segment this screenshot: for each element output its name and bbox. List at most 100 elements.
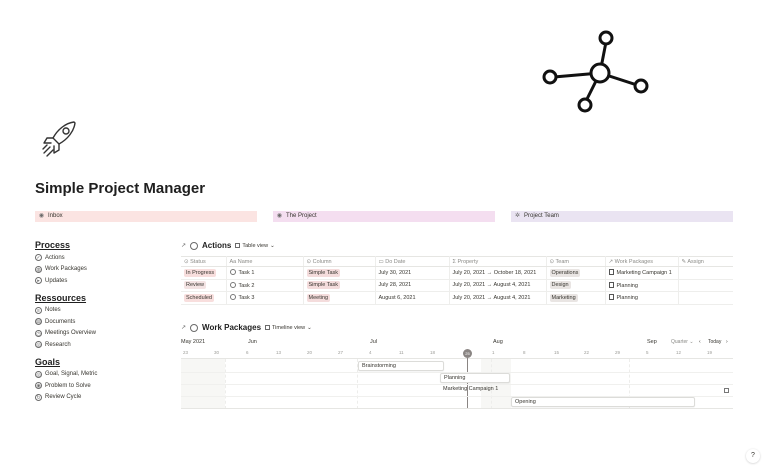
table-row[interactable]: Review Task 2 Simple Task July 28, 2021 … xyxy=(181,279,733,292)
day-label: 4 xyxy=(369,350,372,355)
sidebar-item-notes[interactable]: ≡ Notes xyxy=(35,305,170,317)
column-header-work-packages[interactable]: ↗ Work Packages xyxy=(605,256,679,267)
sidebar-item-documents[interactable]: ▤ Documents xyxy=(35,316,170,328)
sidebar-item-meetings-overview[interactable]: ◷ Meetings Overview xyxy=(35,328,170,340)
link-bar: ◉ Inbox ◉ The Project ✲ Project Team xyxy=(35,211,733,222)
timeline-months: May 2021 Jun Jul Aug Sep xyxy=(181,337,733,347)
section-title-process: Process xyxy=(35,240,71,250)
table-row[interactable]: In Progress Task 1 Simple Task July 30, … xyxy=(181,266,733,280)
work-package-link[interactable]: Planning xyxy=(617,283,638,289)
day-label: 22 xyxy=(584,350,590,355)
chevron-down-icon: ⌄ xyxy=(270,242,275,249)
column-tag[interactable]: Meeting xyxy=(306,293,331,302)
sidebar-item-label: Meetings Overview xyxy=(45,330,97,337)
work-packages-db-title[interactable]: Work Packages xyxy=(202,323,261,332)
overflow-arrow-icon[interactable] xyxy=(724,388,729,393)
table-header-row: ⊙ Status Aa Name ⊙ Column ▭ Do Date Σ Pr… xyxy=(181,256,733,267)
task-name[interactable]: Task 2 xyxy=(239,283,255,289)
assign-cell[interactable] xyxy=(678,266,733,280)
section-title-ressources: Ressources xyxy=(35,292,87,303)
link-arrow-icon: ↗ xyxy=(181,243,187,249)
actions-icon: ✓ xyxy=(35,254,42,262)
column-header-column[interactable]: ⊙ Column xyxy=(303,256,376,267)
work-packages-db-header: ↗ Work Packages Timeline view ⌄ xyxy=(181,323,312,332)
day-label: 15 xyxy=(554,350,560,355)
column-header-name[interactable]: Aa Name xyxy=(226,256,304,267)
sidebar-item-work-packages[interactable]: ◍ Work Packages xyxy=(35,264,170,276)
sidebar-item-actions[interactable]: ✓ Actions xyxy=(35,252,170,264)
status-badge[interactable]: Scheduled xyxy=(184,293,214,302)
the-project-link[interactable]: ◉ The Project xyxy=(273,211,495,222)
notes-icon: ≡ xyxy=(35,306,42,314)
task-icon xyxy=(229,281,236,288)
status-badge[interactable]: In Progress xyxy=(184,268,217,277)
task-name[interactable]: Task 3 xyxy=(239,295,255,301)
network-nodes-icon xyxy=(542,30,649,113)
sidebar-item-updates[interactable]: ▸ Updates xyxy=(35,275,170,287)
timeline-bar-planning[interactable]: Planning xyxy=(440,373,510,383)
sidebar-item-goal-signal-metric[interactable]: ◎ Goal, Signal, Metric xyxy=(35,369,170,381)
the-project-link-label: The Project xyxy=(286,213,317,219)
team-tag[interactable]: Design xyxy=(549,281,571,290)
column-header-do-date[interactable]: ▭ Do Date xyxy=(375,256,450,267)
column-header-status[interactable]: ⊙ Status xyxy=(181,256,227,267)
column-header-assign[interactable]: ✎ Assign xyxy=(678,256,733,267)
day-label: 30 xyxy=(214,350,220,355)
actions-view-switcher[interactable]: Table view ⌄ xyxy=(235,242,275,249)
prev-button[interactable]: ‹ xyxy=(699,339,701,345)
month-label: May 2021 xyxy=(181,339,206,345)
property-cell[interactable]: July 20, 2021 → August 4, 2021 xyxy=(449,279,547,292)
sidebar-item-problem-to-solve[interactable]: ◉ Problem to Solve xyxy=(35,380,170,392)
table-row[interactable]: Scheduled Task 3 Meeting August 6, 2021 … xyxy=(181,291,733,305)
work-package-link[interactable]: Marketing Campaign 1 xyxy=(617,270,672,276)
project-team-link-label: Project Team xyxy=(524,213,559,219)
column-header-team[interactable]: ⊙ Team xyxy=(546,256,606,267)
rocket-icon[interactable] xyxy=(40,118,82,160)
property-cell[interactable]: July 20, 2021 → October 18, 2021 xyxy=(449,266,547,280)
timeline[interactable]: May 2021 Jun Jul Aug Sep Quarter ⌄ ‹ Tod… xyxy=(181,337,733,409)
range-select[interactable]: Quarter ⌄ xyxy=(671,339,694,345)
project-team-link[interactable]: ✲ Project Team xyxy=(511,211,733,222)
work-packages-view-label: Timeline view xyxy=(272,324,306,331)
sidebar-item-label: Research xyxy=(45,341,71,348)
do-date-cell[interactable]: August 6, 2021 xyxy=(375,291,450,305)
month-label: Jun xyxy=(248,339,257,345)
column-tag[interactable]: Simple Task xyxy=(306,281,341,290)
column-header-property[interactable]: Σ Property xyxy=(449,256,547,267)
team-tag[interactable]: Marketing xyxy=(549,293,578,302)
actions-db-title[interactable]: Actions xyxy=(202,241,231,250)
status-badge[interactable]: Review xyxy=(184,281,207,290)
team-tag[interactable]: Operations xyxy=(549,268,581,277)
timeline-bar-marketing-campaign-1[interactable]: Marketing Campaign 1 xyxy=(440,385,733,395)
day-label: 12 xyxy=(676,350,682,355)
table-view-icon xyxy=(235,243,241,248)
sidebar-section-goals: Goals ◎ Goal, Signal, Metric ◉ Problem to … xyxy=(35,357,170,404)
day-label: 5 xyxy=(646,350,649,355)
do-date-cell[interactable]: July 30, 2021 xyxy=(375,266,450,280)
do-date-cell[interactable]: July 28, 2021 xyxy=(375,279,450,292)
column-tag[interactable]: Simple Task xyxy=(306,268,341,277)
today-button[interactable]: Today xyxy=(708,339,721,345)
help-button[interactable]: ? xyxy=(746,449,760,463)
work-packages-icon: ◍ xyxy=(35,265,42,273)
next-button[interactable]: › xyxy=(726,339,728,345)
task-name[interactable]: Task 1 xyxy=(239,270,255,276)
work-package-link[interactable]: Planning xyxy=(617,295,638,301)
timeline-bar-opening[interactable]: Opening xyxy=(511,397,695,407)
timeline-days: 23 30 6 13 20 27 4 11 18 1 8 15 22 29 5 … xyxy=(181,347,733,359)
sidebar-item-label: Problem to Solve xyxy=(45,382,91,389)
assign-cell[interactable] xyxy=(678,279,733,292)
sidebar-section-ressources: Ressources ≡ Notes ▤ Documents ◷ Meetings O… xyxy=(35,293,170,351)
sidebar-item-research[interactable]: ◎ Research xyxy=(35,339,170,351)
day-label: 1 xyxy=(492,350,495,355)
task-icon xyxy=(229,294,236,301)
sidebar-item-label: Notes xyxy=(45,307,61,314)
inbox-link[interactable]: ◉ Inbox xyxy=(35,211,257,222)
assign-cell[interactable] xyxy=(678,291,733,305)
sidebar-item-review-cycle[interactable]: ↻ Review Cycle xyxy=(35,392,170,404)
work-packages-view-switcher[interactable]: Timeline view ⌄ xyxy=(265,325,312,331)
sidebar-item-label: Work Packages xyxy=(45,266,87,273)
link-arrow-icon: ↗ xyxy=(181,325,187,331)
timeline-bar-brainstorming[interactable]: Brainstorming xyxy=(358,361,444,371)
property-cell[interactable]: July 20, 2021 → August 4, 2021 xyxy=(449,291,547,305)
